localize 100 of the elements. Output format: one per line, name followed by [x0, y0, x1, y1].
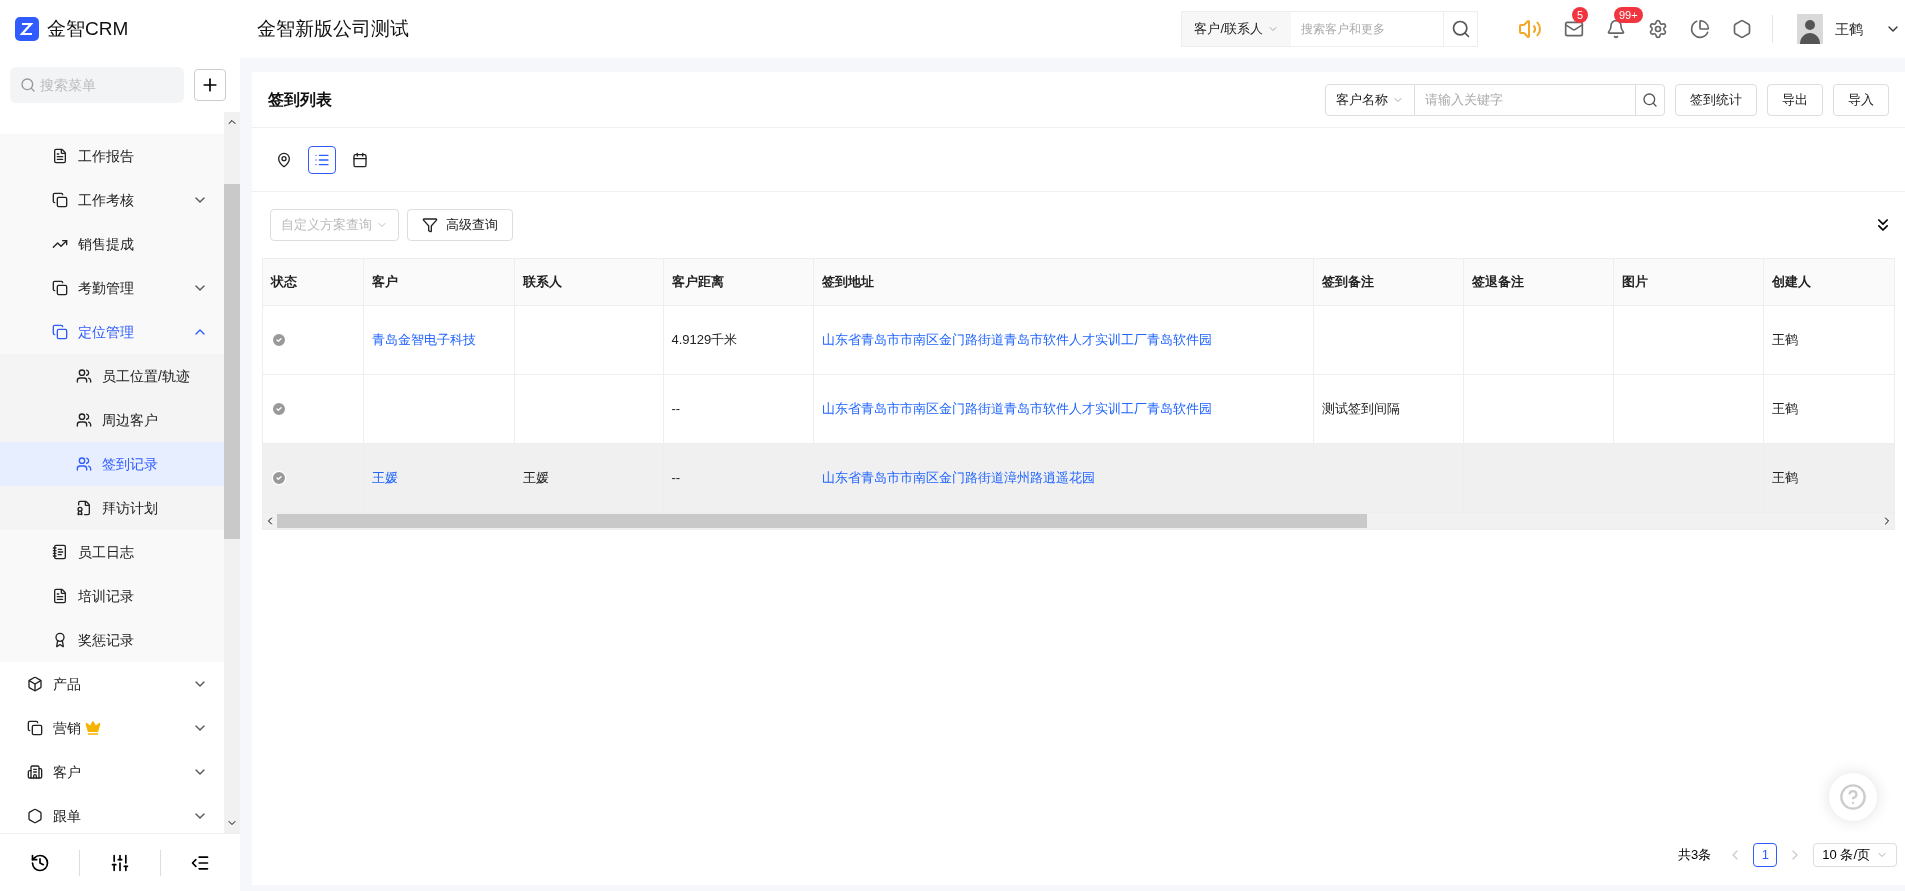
submenu-item[interactable]: 周边客户 [0, 398, 224, 442]
award-icon [52, 632, 68, 648]
document-icon [52, 148, 68, 164]
hexagon-icon [1732, 19, 1752, 39]
table-cell: 4.9129千米 [671, 331, 738, 347]
column-header: 联系人 [514, 259, 663, 305]
table-cell: 王媛 [522, 469, 549, 485]
column-header: 客户 [363, 259, 514, 305]
link[interactable]: 王媛 [371, 469, 398, 485]
column-header: 签到地址 [813, 259, 1313, 305]
menu-search-input[interactable]: 搜索菜单 [40, 74, 170, 96]
add-button[interactable] [194, 69, 226, 101]
page-button[interactable]: 1 [1753, 843, 1778, 867]
messages-button[interactable] [1564, 19, 1584, 39]
toolbar-button[interactable]: 导出 [1767, 83, 1823, 116]
apps-button[interactable] [1732, 19, 1752, 39]
menu-item[interactable]: 产品 [0, 662, 224, 706]
pie-chart-icon [1690, 19, 1710, 39]
menu-item[interactable]: 定位管理 [0, 310, 224, 354]
total-count: 共3条 [1678, 846, 1712, 865]
copy-icon [27, 720, 43, 736]
document-icon [52, 588, 68, 604]
column-header: 客户距离 [663, 259, 813, 305]
toolbar-button[interactable]: 签到统计 [1675, 83, 1757, 116]
advanced-search-button[interactable]: 高级查询 [407, 209, 513, 241]
table-cell: 王鹤 [1771, 400, 1798, 416]
menu-item[interactable]: 客户 [0, 750, 224, 794]
logo-icon [15, 17, 39, 41]
search-button[interactable] [1635, 83, 1665, 116]
menu-label: 客户 [53, 762, 81, 782]
calendar-icon [352, 151, 368, 168]
menu-item[interactable]: 销售提成 [0, 222, 224, 266]
copy-icon [52, 192, 68, 208]
page-title: 签到列表 [268, 89, 332, 110]
people-icon [76, 412, 92, 428]
menu-item[interactable]: 跟单 [0, 794, 224, 833]
table-cell: -- [671, 469, 681, 485]
table-cell: 王鹤 [1771, 469, 1798, 485]
table-row[interactable]: -- 山东省青岛市市南区金门路街道青岛市软件人才实训工厂青岛软件园 测试签到间隔 王鹤 [263, 374, 1894, 443]
search-icon [20, 77, 36, 93]
copy-icon [52, 324, 68, 340]
link[interactable]: 青岛金智电子科技 [371, 331, 476, 347]
hexagon-icon [27, 808, 43, 824]
sliders-icon [110, 852, 130, 873]
search-icon [1642, 91, 1658, 108]
document-icon [76, 500, 92, 516]
column-header: 创建人 [1763, 259, 1894, 305]
submenu-item[interactable]: 员工位置/轨迹 [0, 354, 224, 398]
company-name: 金智新版公司测试 [257, 16, 409, 41]
avatar [1797, 14, 1823, 44]
filter-field-dropdown[interactable]: 客户名称 [1325, 83, 1415, 116]
link[interactable]: 山东省青岛市市南区金门路街道青岛市软件人才实训工厂青岛软件园 [821, 331, 1212, 347]
menu-item[interactable]: 奖惩记录 [0, 618, 224, 662]
column-header: 签退备注 [1463, 259, 1613, 305]
menu-item[interactable]: 工作报告 [0, 134, 224, 178]
people-icon [76, 368, 92, 384]
column-header: 签到备注 [1313, 259, 1463, 305]
link[interactable]: 山东省青岛市市南区金门路街道青岛市软件人才实训工厂青岛软件园 [821, 400, 1212, 416]
logo-text: 金智CRM [47, 16, 129, 41]
menu-item[interactable]: 培训记录 [0, 574, 224, 618]
cube-icon [27, 676, 43, 692]
menu-item[interactable]: 工作考核 [0, 178, 224, 222]
bell-icon [1606, 19, 1626, 39]
history-icon [29, 852, 50, 873]
menu-item[interactable]: 员工日志 [0, 530, 224, 574]
global-search-field[interactable]: 搜索客户和更多 [1291, 12, 1443, 46]
search-icon [1450, 19, 1471, 39]
menu-search-field[interactable]: 搜索菜单 [10, 67, 185, 103]
mail-icon [1564, 19, 1584, 39]
link[interactable]: 山东省青岛市市南区金门路街道漳州路逍遥花园 [821, 469, 1095, 485]
status-icon [271, 469, 287, 486]
table-row[interactable]: 青岛金智电子科技 4.9129千米 山东省青岛市市南区金门路街道青岛市软件人才实训工厂青岛软件园 王鹤 [263, 305, 1894, 374]
people-icon [76, 456, 92, 472]
table-row[interactable]: 王媛 王媛 -- 山东省青岛市市南区金门路街道漳州路逍遥花园 王鹤 [263, 443, 1894, 512]
reports-button[interactable] [1690, 19, 1710, 39]
submenu-item[interactable]: 签到记录 [0, 442, 224, 486]
table-cell: -- [671, 400, 681, 416]
keyword-field[interactable]: 请输入关键字 [1415, 83, 1635, 116]
notebook-icon [52, 544, 68, 560]
column-header: 状态 [263, 259, 363, 305]
count-badge: 99+ [1614, 7, 1643, 23]
view-toggle[interactable] [308, 145, 336, 174]
table-cell: 王鹤 [1771, 331, 1798, 347]
menu-label: 跟单 [53, 806, 81, 826]
column-header: 图片 [1613, 259, 1763, 305]
status-icon [271, 331, 287, 348]
copy-icon [52, 280, 68, 296]
page-size-dropdown[interactable]: 10 条/页 [1813, 843, 1897, 867]
menu-item[interactable]: 营销 [0, 706, 224, 750]
search-scope-dropdown[interactable]: 客户/联系人 [1182, 12, 1291, 46]
notifications-button[interactable] [1606, 19, 1626, 39]
toolbar-button[interactable]: 导入 [1833, 83, 1889, 116]
menu-label: 营销 [53, 718, 81, 738]
scrollbar[interactable] [224, 112, 240, 833]
global-search-bar[interactable]: 客户/联系人 搜索客户和更多 [1181, 11, 1478, 47]
submenu-item[interactable]: 拜访计划 [0, 486, 224, 530]
menu-item[interactable]: 考勤管理 [0, 266, 224, 310]
filter-icon [422, 217, 438, 233]
table-cell: 测试签到间隔 [1321, 400, 1400, 416]
status-icon [271, 400, 287, 417]
